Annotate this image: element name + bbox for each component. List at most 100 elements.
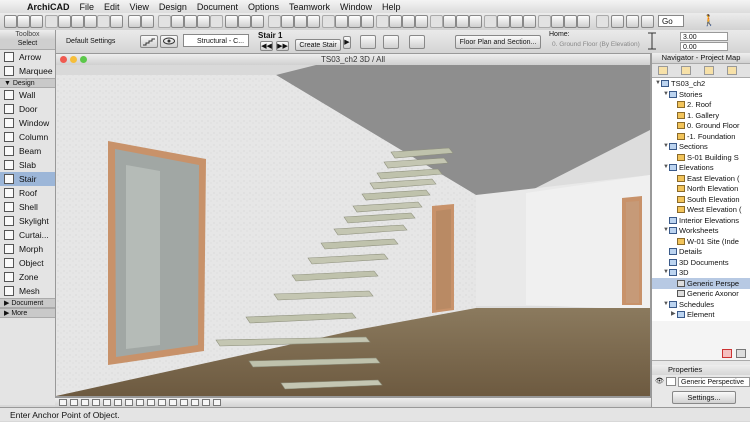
select-tool-header[interactable]: Select — [0, 39, 55, 50]
menu-document[interactable]: Document — [192, 2, 243, 12]
menu-edit[interactable]: Edit — [99, 2, 125, 12]
arrow-tool-icon[interactable] — [158, 15, 171, 28]
zone-tool-icon[interactable] — [415, 15, 428, 28]
view-map-tab-icon[interactable] — [681, 66, 691, 75]
tool-column[interactable]: Column — [0, 130, 55, 144]
project-map-tab-icon[interactable] — [658, 66, 668, 75]
menu-options[interactable]: Options — [243, 2, 284, 12]
tree-item[interactable]: ▼ Elevations — [652, 162, 750, 173]
mode-tool-icon[interactable] — [611, 15, 624, 28]
view-name-field[interactable]: Generic Perspective — [678, 377, 750, 387]
tree-item[interactable]: ▼ Stories — [652, 89, 750, 100]
tree-item[interactable]: 1. Gallery — [652, 110, 750, 121]
tool-object[interactable]: Object — [0, 256, 55, 270]
detail-tool-icon[interactable] — [294, 15, 307, 28]
zoom-window-icon[interactable] — [80, 56, 87, 63]
print-tool-icon[interactable] — [45, 15, 58, 28]
tool-shell[interactable]: Shell — [0, 200, 55, 214]
text-tool-icon[interactable] — [376, 15, 389, 28]
tree-item[interactable]: -1. Foundation — [652, 131, 750, 142]
structural-select[interactable]: Structural - C... — [183, 34, 249, 47]
tree-item[interactable]: Details — [652, 246, 750, 257]
zoom-out-icon[interactable] — [81, 399, 89, 406]
tree-item[interactable]: Interior Elevations — [652, 215, 750, 226]
tree-item[interactable]: Generic Axonor — [652, 288, 750, 299]
next-view-icon[interactable] — [136, 399, 144, 406]
more-section-header[interactable]: ▶ More — [0, 308, 55, 318]
prev-button[interactable]: ◀◀ — [260, 41, 273, 51]
elevation-tool-icon[interactable] — [281, 15, 294, 28]
geometry-method-button[interactable] — [360, 35, 376, 49]
menu-view[interactable]: View — [125, 2, 154, 12]
label-tool-icon[interactable] — [335, 15, 348, 28]
inject-tool-icon[interactable] — [141, 15, 154, 28]
section-tool-icon[interactable] — [268, 15, 281, 28]
tool-beam[interactable]: Beam — [0, 144, 55, 158]
fit-icon[interactable] — [92, 399, 100, 406]
tree-item[interactable]: ▼ Schedules — [652, 299, 750, 310]
refresh-icon[interactable] — [169, 399, 177, 406]
pan-icon[interactable] — [59, 399, 67, 406]
document-section-header[interactable]: ▶ Document — [0, 298, 55, 308]
settings-button[interactable]: Settings... — [672, 391, 736, 404]
properties-header[interactable]: Properties — [652, 365, 750, 375]
tool-wall[interactable]: Wall — [0, 88, 55, 102]
render-icon[interactable] — [213, 399, 221, 406]
menu-teamwork[interactable]: Teamwork — [284, 2, 335, 12]
tool-zone[interactable]: Zone — [0, 270, 55, 284]
full-screen-icon[interactable] — [180, 399, 188, 406]
publish-tool-icon[interactable] — [510, 15, 523, 28]
eye-toggle-icon[interactable]: 👁 — [655, 377, 664, 385]
layer-button[interactable] — [160, 35, 178, 48]
previous-view-icon[interactable] — [125, 399, 133, 406]
tree-item[interactable]: 2. Roof — [652, 99, 750, 110]
cut-tool-icon[interactable] — [58, 15, 71, 28]
tool-curtai[interactable]: Curtai... — [0, 228, 55, 242]
menu-design[interactable]: Design — [154, 2, 192, 12]
tool-slab[interactable]: Slab — [0, 158, 55, 172]
tool-arrow[interactable]: Arrow — [0, 50, 55, 64]
tool-roof[interactable]: Roof — [0, 186, 55, 200]
navigator-preview-icon[interactable] — [191, 399, 199, 406]
app-menu[interactable]: ArchiCAD — [22, 2, 75, 12]
bottom-offset-field[interactable]: 0.00 — [680, 42, 728, 51]
new-tool-icon[interactable] — [4, 15, 17, 28]
tool-window[interactable]: Window — [0, 116, 55, 130]
render-tool-icon[interactable] — [456, 15, 469, 28]
tree-item[interactable]: S-01 Building S — [652, 152, 750, 163]
tree-item[interactable]: Generic Perspe — [652, 277, 750, 289]
tool-skylight[interactable]: Skylight — [0, 214, 55, 228]
compare-tool-icon[interactable] — [497, 15, 510, 28]
worksheet-tool-icon[interactable] — [307, 15, 320, 28]
paste-tool-icon[interactable] — [84, 15, 97, 28]
menu-file[interactable]: File — [75, 2, 100, 12]
report-tool-icon[interactable] — [577, 15, 590, 28]
tool-door[interactable]: Door — [0, 102, 55, 116]
3d-tool-icon[interactable] — [596, 15, 609, 28]
receive-tool-icon[interactable] — [551, 15, 564, 28]
floor-plan-button[interactable] — [383, 35, 399, 49]
menu-window[interactable]: Window — [335, 2, 377, 12]
hotlink-tool-icon[interactable] — [389, 15, 402, 28]
redo-tool-icon[interactable] — [110, 15, 123, 28]
orbit-icon[interactable] — [103, 399, 111, 406]
view-tool-icon[interactable] — [469, 15, 482, 28]
guide-tool-icon[interactable] — [197, 15, 210, 28]
next-button[interactable]: ▶▶ — [276, 41, 289, 51]
tree-item[interactable]: West Elevation ( — [652, 204, 750, 215]
create-stair-button[interactable]: Create Stair — [295, 39, 341, 51]
top-offset-field[interactable]: 3.00 — [680, 32, 728, 41]
tree-item[interactable]: ▼ TS03_ch2 — [652, 78, 750, 89]
minimize-window-icon[interactable] — [70, 56, 77, 63]
lamp-tool-icon[interactable] — [430, 15, 443, 28]
menu-help[interactable]: Help — [377, 2, 406, 12]
3d-style-icon[interactable] — [147, 399, 155, 406]
check-tool-icon[interactable] — [564, 15, 577, 28]
send-tool-icon[interactable] — [538, 15, 551, 28]
layer-tool-icon[interactable] — [225, 15, 238, 28]
teamwork-tool-icon[interactable] — [523, 15, 536, 28]
pick-up-tool-icon[interactable] — [128, 15, 141, 28]
close-window-icon[interactable] — [60, 56, 67, 63]
save-tool-icon[interactable] — [30, 15, 43, 28]
go-button[interactable]: Go — [658, 15, 684, 27]
